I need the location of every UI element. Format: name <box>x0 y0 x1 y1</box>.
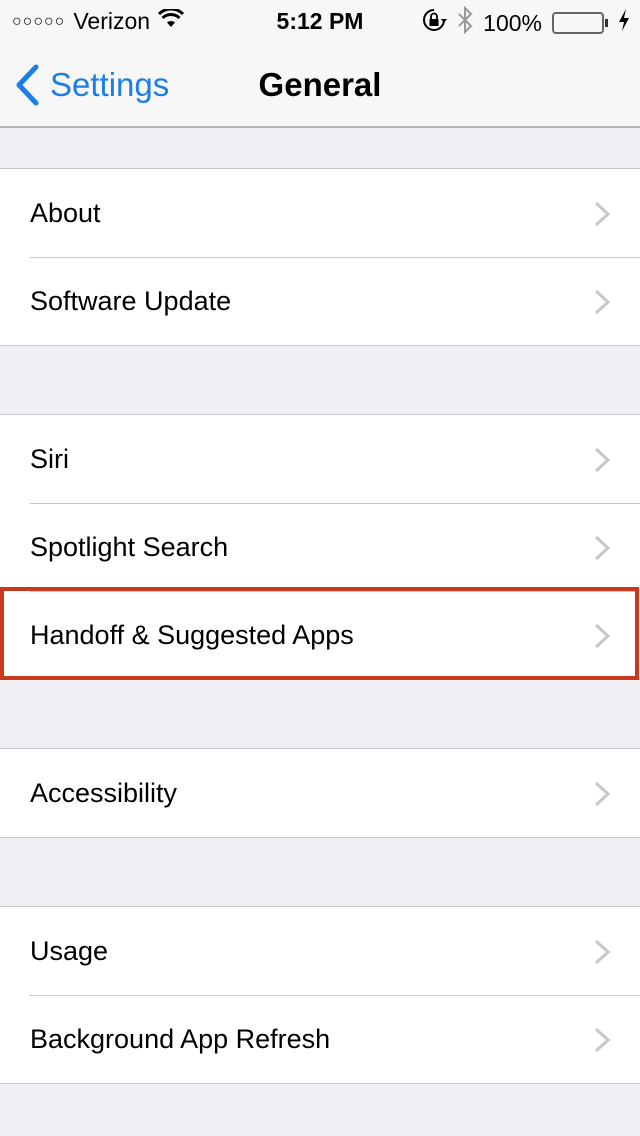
list-item-label: About <box>30 197 101 228</box>
chevron-right-icon <box>594 447 610 473</box>
list-item-label: Usage <box>30 935 109 966</box>
list-item-spotlight-search[interactable]: Spotlight Search <box>0 503 640 591</box>
chevron-right-icon <box>594 201 610 227</box>
list-item-accessibility[interactable]: Accessibility <box>0 749 640 837</box>
battery-icon <box>552 12 604 34</box>
rotation-lock-icon <box>421 7 448 39</box>
battery-percent: 100% <box>483 9 542 36</box>
navigation-bar: Settings General <box>0 40 640 126</box>
status-bar: ○○○○○ Verizon 5:12 PM 100% <box>0 0 640 40</box>
settings-group-2: Siri Spotlight Search Handoff & Suggeste… <box>0 414 640 680</box>
top-bar: ○○○○○ Verizon 5:12 PM 100% Settings Gene… <box>0 0 640 128</box>
list-item-siri[interactable]: Siri <box>0 415 640 503</box>
settings-group-4: Usage Background App Refresh <box>0 906 640 1084</box>
chevron-right-icon <box>594 623 610 649</box>
chevron-right-icon <box>594 939 610 965</box>
page-title: General <box>258 66 382 103</box>
chevron-right-icon <box>594 535 610 561</box>
list-item-label: Background App Refresh <box>30 1023 331 1054</box>
list-item-label: Siri <box>30 443 69 474</box>
list-item-about[interactable]: About <box>0 169 640 257</box>
list-item-software-update[interactable]: Software Update <box>0 257 640 345</box>
charging-icon <box>618 9 630 37</box>
chevron-right-icon <box>594 289 610 315</box>
chevron-right-icon <box>594 1027 610 1053</box>
bluetooth-icon <box>457 5 473 40</box>
list-item-label: Handoff & Suggested Apps <box>30 619 354 650</box>
list-item-handoff-suggested-apps[interactable]: Handoff & Suggested Apps <box>0 591 640 679</box>
settings-group-1: About Software Update <box>0 168 640 346</box>
list-item-background-app-refresh[interactable]: Background App Refresh <box>0 995 640 1083</box>
list-item-label: Spotlight Search <box>30 531 229 562</box>
list-item-usage[interactable]: Usage <box>0 907 640 995</box>
list-item-label: Software Update <box>30 285 232 316</box>
chevron-right-icon <box>594 781 610 807</box>
list-item-label: Accessibility <box>30 777 178 808</box>
settings-group-3: Accessibility <box>0 748 640 838</box>
